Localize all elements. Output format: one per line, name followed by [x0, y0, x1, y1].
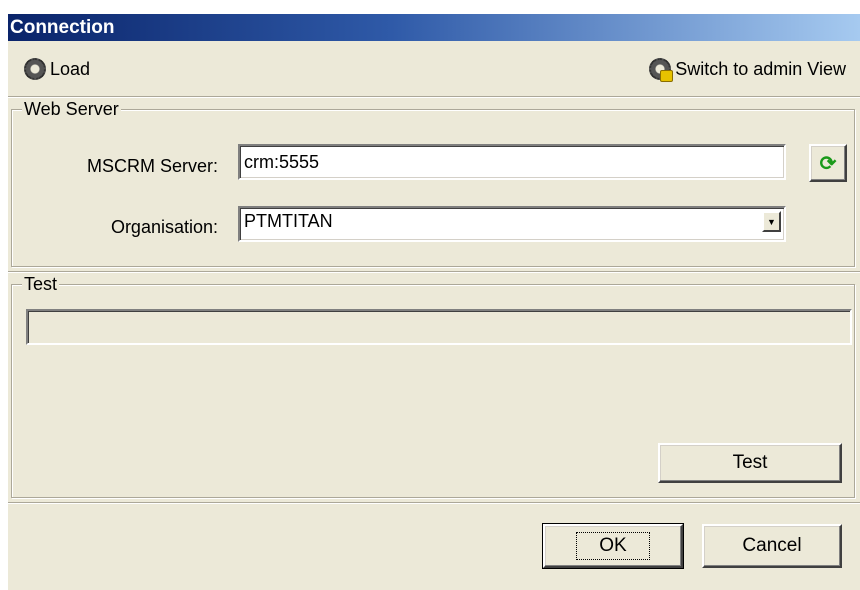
ok-button[interactable]: OK	[542, 523, 684, 569]
gear-lock-icon	[649, 58, 674, 82]
test-progress-bar	[26, 309, 852, 345]
test-button-label: Test	[732, 452, 768, 473]
test-button[interactable]: Test	[658, 443, 842, 483]
toolbar: Load Switch to admin View	[8, 41, 860, 97]
test-group: Test Test	[11, 274, 855, 498]
load-button[interactable]: Load	[24, 58, 90, 80]
toolbar-divider	[8, 96, 860, 98]
ok-button-label: OK	[576, 532, 650, 560]
web-server-legend: Web Server	[22, 99, 121, 119]
switch-admin-view-label: Switch to admin View	[675, 58, 846, 79]
organisation-label: Organisation:	[110, 217, 218, 237]
switch-admin-view-button[interactable]: Switch to admin View	[649, 58, 846, 82]
refresh-icon: ⟳	[819, 152, 837, 175]
mscrm-server-label: MSCRM Server:	[86, 156, 218, 176]
title-bar[interactable]: Connection	[8, 14, 860, 41]
window-title: Connection	[10, 17, 115, 38]
test-legend: Test	[22, 274, 60, 294]
connection-dialog: Connection Load Switch to admin View Web…	[8, 14, 860, 590]
footer-divider	[8, 502, 860, 504]
refresh-button[interactable]: ⟳	[809, 144, 847, 182]
load-label: Load	[50, 58, 91, 79]
mscrm-server-input[interactable]	[238, 144, 786, 180]
chevron-down-icon[interactable]: ▼	[762, 211, 781, 232]
cancel-button[interactable]: Cancel	[702, 524, 842, 568]
web-server-group: Web Server MSCRM Server: ⟳ Organisation:…	[11, 99, 855, 267]
cancel-button-label: Cancel	[742, 535, 802, 556]
gear-icon	[24, 58, 46, 80]
organisation-value: PTMTITAN	[244, 211, 333, 231]
group-divider	[8, 271, 860, 273]
organisation-dropdown[interactable]: PTMTITAN ▼	[238, 206, 786, 242]
